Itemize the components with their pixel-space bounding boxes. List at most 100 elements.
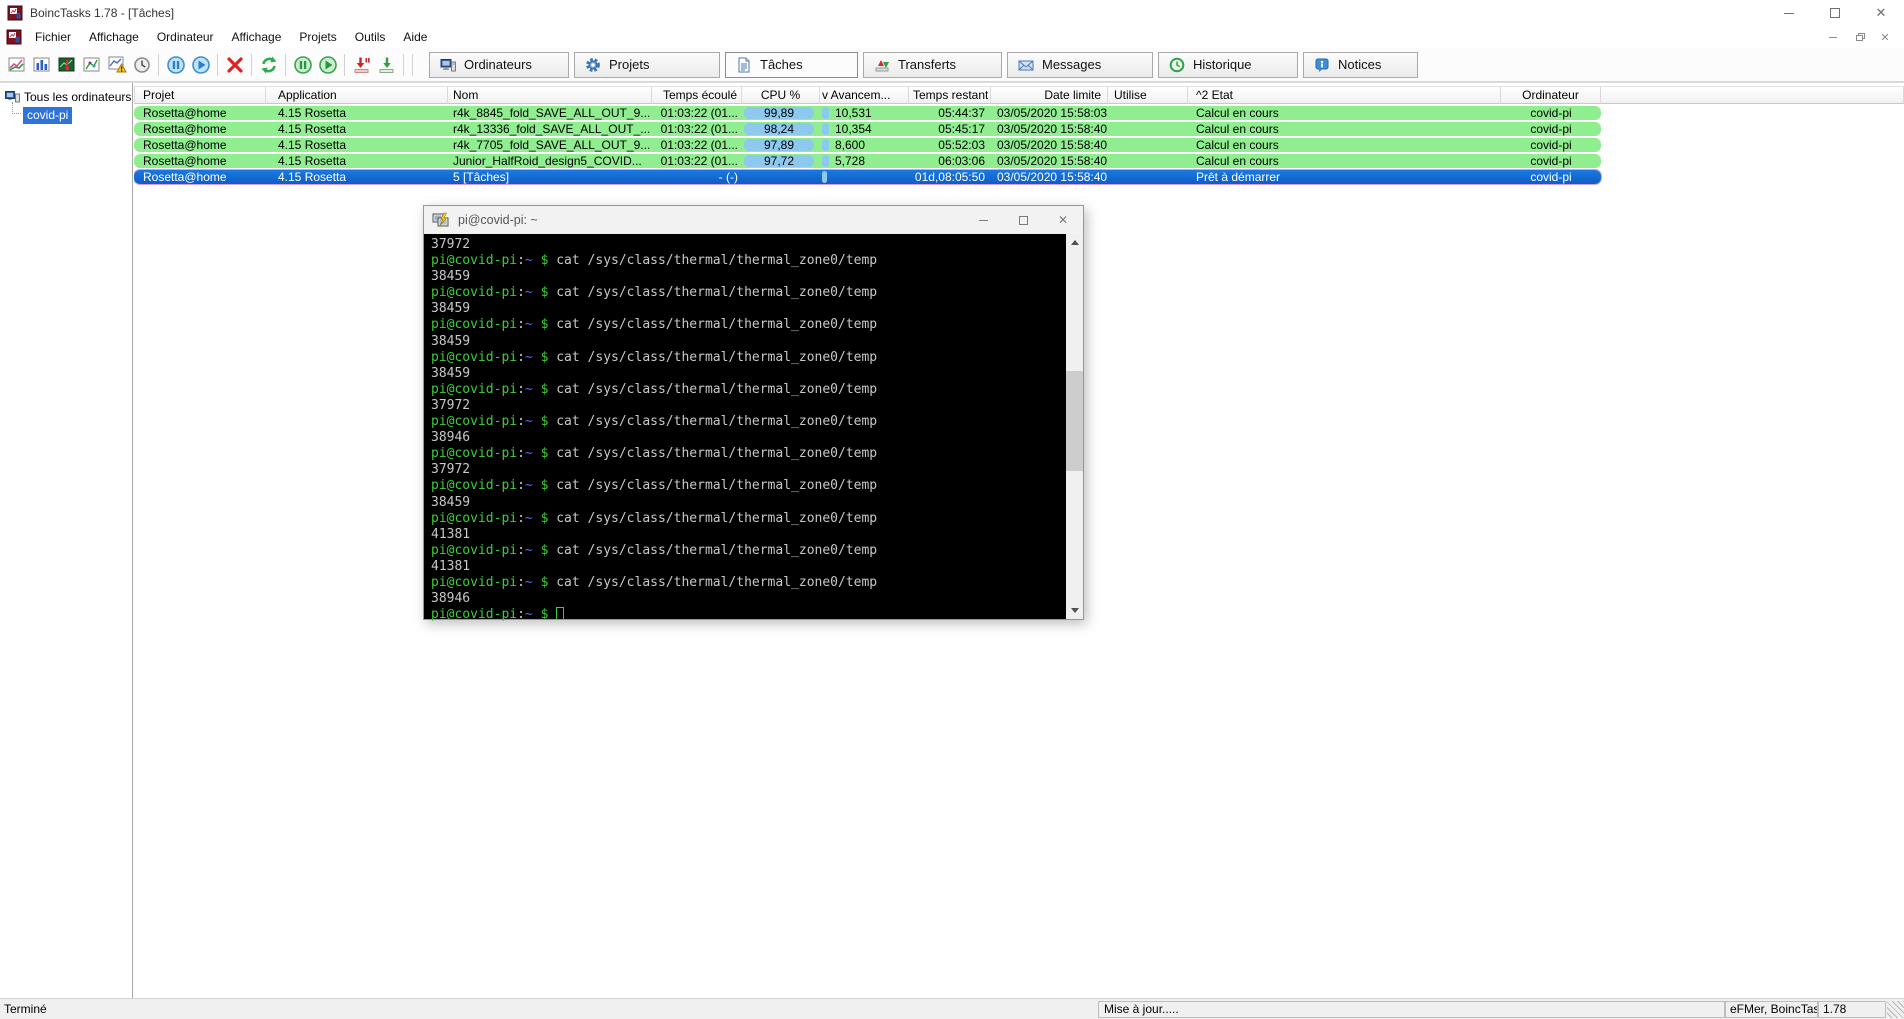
cell-projet: Rosetta@home xyxy=(143,154,227,168)
close-icon xyxy=(1876,6,1887,20)
resize-grip[interactable] xyxy=(1887,1000,1904,1018)
chart-tree-icon[interactable] xyxy=(79,52,104,78)
transfer-resume-icon[interactable] xyxy=(374,52,399,78)
cell-cpu: 97,72 xyxy=(742,154,820,168)
close-button[interactable] xyxy=(1858,0,1904,26)
progress-value: 5,728 xyxy=(835,154,866,168)
command-text: cat /sys/class/thermal/thermal_zone0/tem… xyxy=(556,381,878,397)
task-row[interactable]: Rosetta@home 4.15 Rosetta r4k_7705_fold_SA… xyxy=(134,138,1601,152)
prompt-path: ~ xyxy=(524,574,533,590)
column-header-3[interactable]: Temps écoulé xyxy=(652,86,742,104)
column-header-6[interactable]: Temps restant xyxy=(909,86,991,104)
maximize-button[interactable] xyxy=(1812,0,1858,26)
column-header-4[interactable]: CPU % xyxy=(742,86,820,104)
column-header-5[interactable]: v Avancem... xyxy=(820,86,909,104)
minimize-button[interactable] xyxy=(1766,0,1812,26)
prompt-path: ~ xyxy=(524,317,533,333)
mdi-restore-button[interactable] xyxy=(1846,28,1872,46)
menu-item-5-outils[interactable]: Outils xyxy=(346,27,395,47)
sidebar-item-covid-pi[interactable]: covid-pi xyxy=(11,102,132,124)
minimize-icon xyxy=(1784,12,1794,14)
chart-warning-icon[interactable] xyxy=(104,52,129,78)
column-header-1[interactable]: Application xyxy=(266,86,448,104)
play-green-icon[interactable] xyxy=(315,52,340,78)
mdi-close-button[interactable] xyxy=(1872,28,1898,46)
prompt-colon: : xyxy=(517,574,525,590)
toolbar-separator xyxy=(412,53,413,76)
terminal-scrollbar[interactable] xyxy=(1066,234,1083,619)
pause-blue-icon[interactable] xyxy=(163,52,188,78)
column-header-0[interactable]: Projet xyxy=(134,86,266,104)
prompt-user-host: pi@covid-pi xyxy=(431,574,518,590)
scrollbar-thumb[interactable] xyxy=(1066,371,1083,471)
tab-transferts[interactable]: Transferts xyxy=(863,51,1002,78)
task-row[interactable]: Rosetta@home 4.15 Rosetta r4k_8845_fold_SA… xyxy=(134,106,1601,120)
column-header-8[interactable]: Utilise xyxy=(1108,86,1188,104)
cell-utilise xyxy=(1108,154,1188,168)
tab-notices[interactable]: Notices xyxy=(1303,51,1418,78)
terminal-line: 37972 xyxy=(431,237,471,252)
tab-label: Historique xyxy=(1193,57,1252,72)
tab-taches[interactable]: Tâches xyxy=(725,51,858,78)
chart-edit-icon[interactable] xyxy=(4,52,29,78)
terminal-line: 38946 xyxy=(431,591,471,607)
column-header-7[interactable]: Date limite xyxy=(991,86,1108,104)
bar-chart-icon[interactable] xyxy=(29,52,54,78)
terminal-window-controls xyxy=(963,206,1083,234)
scroll-down-arrow-icon[interactable] xyxy=(1066,602,1083,619)
abort-icon[interactable] xyxy=(222,52,247,78)
pause-green-icon[interactable] xyxy=(290,52,315,78)
tab-ordinateurs[interactable]: Ordinateurs xyxy=(429,51,569,78)
command-text: cat /sys/class/thermal/thermal_zone0/tem… xyxy=(556,510,878,526)
status-version-panel: 1.78 xyxy=(1818,1000,1886,1018)
menu-item-1-affichage[interactable]: Affichage xyxy=(80,27,148,47)
terminal-line: 41381 xyxy=(431,558,471,574)
terminal-close-button[interactable] xyxy=(1043,206,1083,234)
column-header-10[interactable]: Ordinateur xyxy=(1501,86,1601,104)
prompt-colon: : xyxy=(517,446,525,462)
menu-item-4-projets[interactable]: Projets xyxy=(290,27,345,47)
prompt-colon: : xyxy=(517,414,525,430)
mdi-minimize-button[interactable] xyxy=(1820,28,1846,46)
column-header-9[interactable]: ^2 Etat xyxy=(1188,86,1501,104)
cell-projet: Rosetta@home xyxy=(143,106,227,120)
menu-item-0-fichier[interactable]: Fichier xyxy=(26,27,80,47)
task-row[interactable]: Rosetta@home 4.15 Rosetta r4k_13336_fold_S… xyxy=(134,122,1601,136)
scroll-up-arrow-icon[interactable] xyxy=(1066,234,1083,251)
prompt-symbol: $ xyxy=(532,542,557,558)
status-brand-panel: eFMer, BoincTasks xyxy=(1725,1000,1818,1018)
sidebar-item-all-computers[interactable]: Tous les ordinateurs xyxy=(0,83,132,104)
cell-date_limite: 03/05/2020 15:58:40 xyxy=(997,138,1108,152)
command-text: cat /sys/class/thermal/thermal_zone0/tem… xyxy=(556,285,878,301)
cell-etat: Calcul en cours xyxy=(1196,122,1279,136)
column-header-2[interactable]: Nom xyxy=(448,86,652,104)
refresh-icon[interactable] xyxy=(256,52,281,78)
menu-item-6-aide[interactable]: Aide xyxy=(394,27,436,47)
clock-icon[interactable] xyxy=(129,52,154,78)
tab-projets[interactable]: Projets xyxy=(574,51,720,78)
notices-info-icon xyxy=(1314,57,1330,73)
menu-item-2-ordinateur[interactable]: Ordinateur xyxy=(148,27,223,47)
tab-messages[interactable]: Messages xyxy=(1007,51,1153,78)
play-blue-icon[interactable] xyxy=(188,52,213,78)
menu-list: Fichier Affichage Ordinateur Affichage Proje… xyxy=(26,27,436,47)
cell-ordinateur: covid-pi xyxy=(1530,122,1572,136)
tab-historique[interactable]: Historique xyxy=(1158,51,1298,78)
terminal-maximize-button[interactable] xyxy=(1003,206,1043,234)
cell-nom: r4k_7705_fold_SAVE_ALL_OUT_9... xyxy=(453,138,651,152)
transfer-suspend-icon[interactable] xyxy=(349,52,374,78)
terminal-line: pi@covid-pi:~ $ cat /sys/class/thermal/t… xyxy=(431,478,1061,494)
cpu-progress-pill: 97,89 xyxy=(744,139,814,151)
task-row[interactable]: Rosetta@home 4.15 Rosetta Junior_HalfRoid_… xyxy=(134,154,1601,168)
mdi-restore-icon xyxy=(1855,35,1863,41)
progress-value: 10,531 xyxy=(835,106,872,120)
menu-item-3-affichage[interactable]: Affichage xyxy=(223,27,291,47)
temperature-icon[interactable] xyxy=(54,52,79,78)
terminal-body[interactable]: 37972 pi@covid-pi:~ $ cat /sys/class/ther… xyxy=(424,234,1083,622)
terminal-minimize-button[interactable] xyxy=(963,206,1003,234)
menubar: Fichier Affichage Ordinateur Affichage Proje… xyxy=(0,26,1904,48)
task-row-selected[interactable]: Rosetta@home 4.15 Rosetta 5 [Tâches] - (-) 0… xyxy=(134,170,1601,184)
toolbar-separator xyxy=(158,53,159,76)
terminal-titlebar[interactable]: pi@covid-pi: ~ xyxy=(424,206,1083,234)
terminal-line: 41381 xyxy=(431,526,471,542)
